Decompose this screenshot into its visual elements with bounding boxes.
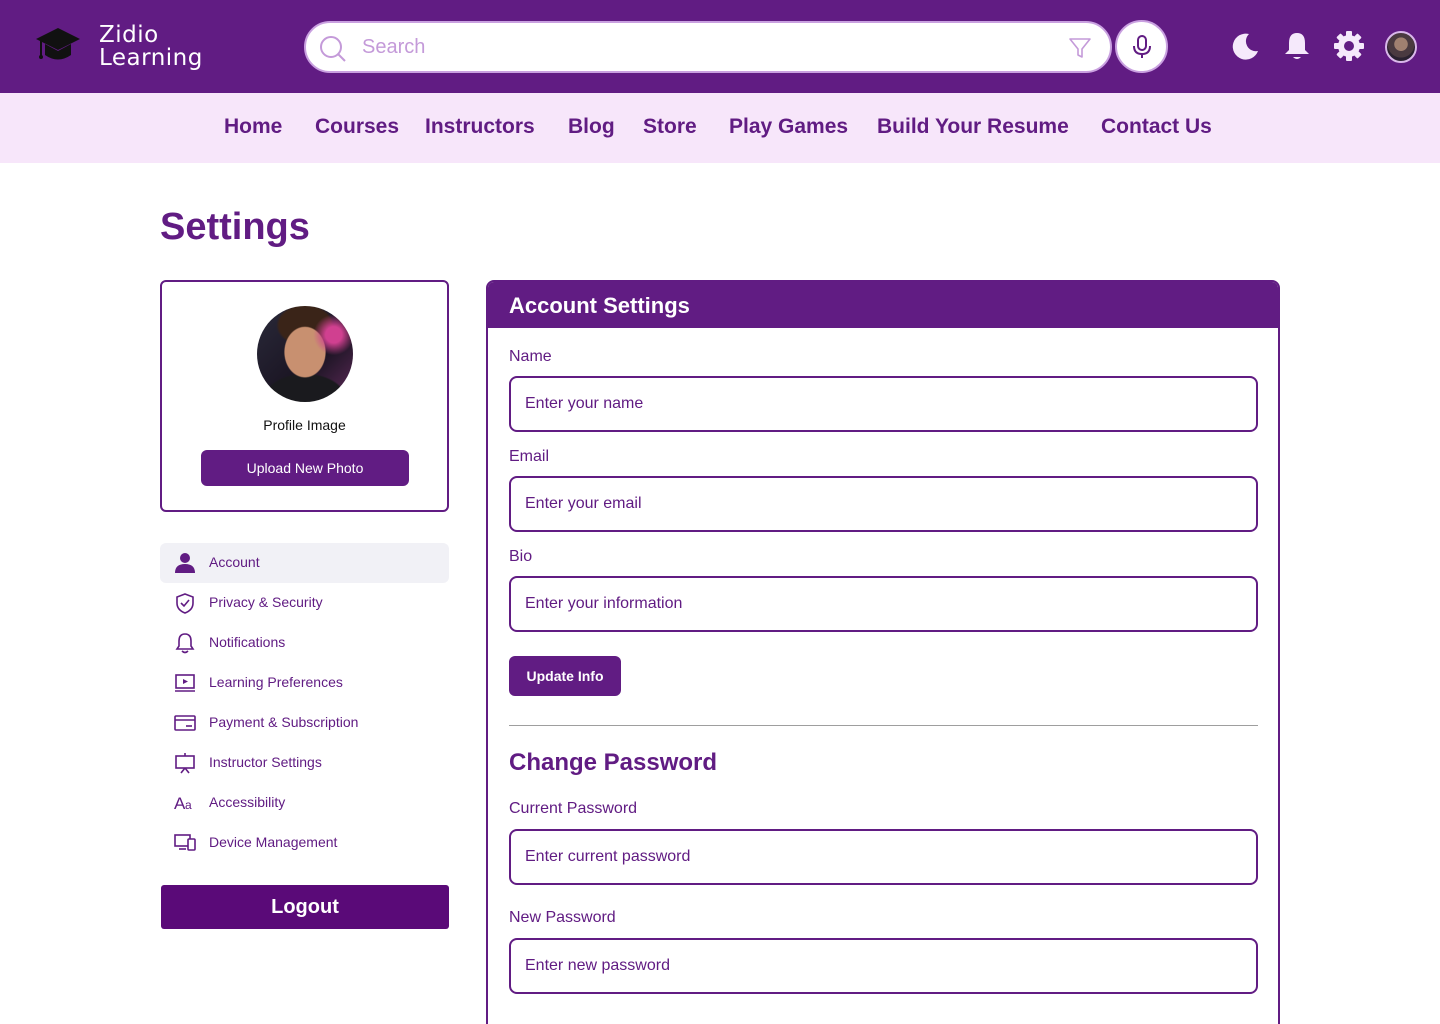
gear-icon[interactable] xyxy=(1333,30,1365,62)
search-input[interactable] xyxy=(362,31,1042,63)
sidebar-item-label: Device Management xyxy=(209,834,338,850)
nav-store[interactable]: Store xyxy=(643,115,697,139)
user-avatar[interactable] xyxy=(1385,31,1417,63)
current-password-label: Current Password xyxy=(509,800,638,817)
text-size-icon: A a xyxy=(174,794,192,813)
profile-photo xyxy=(257,306,353,402)
panel-title: Account Settings xyxy=(509,293,690,318)
search-icon[interactable] xyxy=(319,35,347,63)
sidebar-item-account[interactable]: Account xyxy=(160,543,449,583)
presentation-icon xyxy=(175,753,195,774)
new-password-field[interactable] xyxy=(509,938,1258,994)
bell-icon xyxy=(175,633,195,654)
nav-play-games[interactable]: Play Games xyxy=(729,115,848,139)
bio-label: Bio xyxy=(509,548,533,565)
page-title: Settings xyxy=(160,206,310,248)
microphone-icon xyxy=(1133,35,1151,58)
logout-button[interactable]: Logout xyxy=(161,885,449,929)
current-password-field[interactable] xyxy=(509,829,1258,885)
graduation-cap-icon xyxy=(36,28,80,60)
sidebar-item-label: Privacy & Security xyxy=(209,594,323,610)
devices-icon xyxy=(174,834,196,851)
sidebar-item-label: Instructor Settings xyxy=(209,754,322,770)
brand-logo[interactable]: Zidio Learning xyxy=(99,24,203,70)
search-bar xyxy=(304,21,1112,73)
top-header: Zidio Learning xyxy=(0,0,1440,93)
account-settings-panel: Account Settings Name Email Bio Update I… xyxy=(486,280,1280,1024)
moon-icon[interactable] xyxy=(1229,30,1261,62)
sidebar-item-privacy[interactable]: Privacy & Security xyxy=(160,583,449,623)
shield-check-icon xyxy=(176,593,194,614)
nav-build-resume[interactable]: Build Your Resume xyxy=(877,115,1069,139)
nav-courses[interactable]: Courses xyxy=(315,115,399,139)
nav-home[interactable]: Home xyxy=(224,115,282,139)
sidebar-item-instructor-settings[interactable]: Instructor Settings xyxy=(160,743,449,783)
filter-icon[interactable] xyxy=(1068,36,1092,60)
sidebar-item-label: Payment & Subscription xyxy=(209,714,359,730)
email-field[interactable] xyxy=(509,476,1258,532)
nav-blog[interactable]: Blog xyxy=(568,115,615,139)
sidebar-item-device-management[interactable]: Device Management xyxy=(160,823,449,863)
credit-card-icon xyxy=(174,715,196,731)
sidebar-item-accessibility[interactable]: A a Accessibility xyxy=(160,783,449,823)
sidebar-item-learning-preferences[interactable]: Learning Preferences xyxy=(160,663,449,703)
user-icon xyxy=(175,553,195,573)
sidebar-item-label: Notifications xyxy=(209,634,286,650)
voice-search-button[interactable] xyxy=(1115,20,1168,73)
sidebar-item-label: Learning Preferences xyxy=(209,674,343,690)
upload-photo-button[interactable]: Upload New Photo xyxy=(201,450,409,486)
panel-header: Account Settings xyxy=(488,282,1278,328)
sidebar-item-notifications[interactable]: Notifications xyxy=(160,623,449,663)
change-password-title: Change Password xyxy=(509,749,718,776)
sidebar-item-payment[interactable]: Payment & Subscription xyxy=(160,703,449,743)
sidebar-item-label: Account xyxy=(209,554,260,570)
update-info-button[interactable]: Update Info xyxy=(509,656,621,696)
bell-icon[interactable] xyxy=(1281,30,1313,62)
main-nav: Home Courses Instructors Blog Store Play… xyxy=(0,93,1440,163)
profile-image-label: Profile Image xyxy=(263,417,346,433)
bio-field[interactable] xyxy=(509,576,1258,632)
email-label: Email xyxy=(509,448,550,465)
svg-text:a: a xyxy=(185,798,192,812)
new-password-label: New Password xyxy=(509,909,616,926)
nav-contact-us[interactable]: Contact Us xyxy=(1101,115,1212,139)
video-icon xyxy=(175,674,195,692)
sidebar-item-label: Accessibility xyxy=(209,794,286,810)
section-divider xyxy=(509,725,1258,726)
name-label: Name xyxy=(509,348,552,365)
nav-instructors[interactable]: Instructors xyxy=(425,115,535,139)
profile-card: Profile Image Upload New Photo xyxy=(160,280,449,512)
brand-line1: Zidio xyxy=(99,22,159,48)
name-field[interactable] xyxy=(509,376,1258,432)
brand-line2: Learning xyxy=(99,45,203,71)
